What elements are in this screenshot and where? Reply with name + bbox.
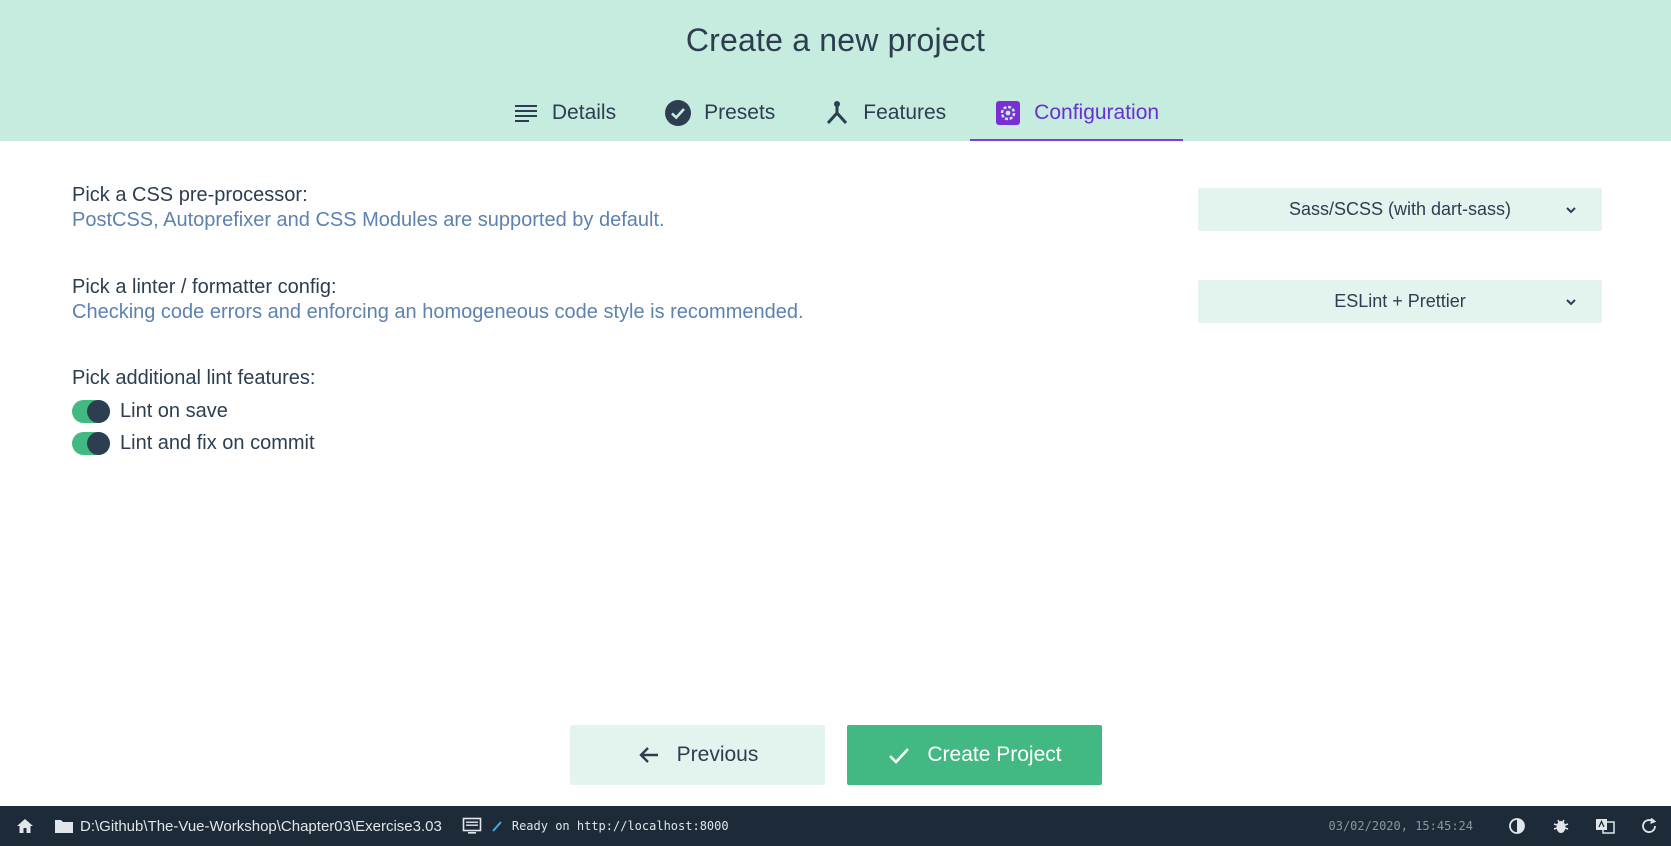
translate-icon [1595, 816, 1615, 836]
linter-row: Pick a linter / formatter config: Checki… [72, 276, 1602, 324]
tab-bar: Details Presets Features Configuration [0, 90, 1671, 141]
tab-label: Details [551, 100, 617, 124]
timestamp: 03/02/2020, 15:45:24 [1328, 819, 1474, 833]
tab-label: Presets [704, 100, 776, 124]
terminal-icon [462, 816, 482, 836]
home-icon [15, 816, 35, 836]
refresh-icon [1639, 816, 1659, 836]
theme-toggle-button[interactable] [1495, 806, 1539, 846]
project-path-text: D:\Github\The-Vue-Workshop\Chapter03\Exe… [80, 817, 442, 835]
select-value: ESLint + Prettier [1334, 291, 1466, 311]
contrast-icon [1507, 816, 1527, 836]
tab-presets[interactable]: Presets [640, 90, 799, 141]
home-button[interactable] [0, 806, 50, 846]
check-circle-icon [664, 99, 692, 127]
status-bar-right: 03/02/2020, 15:45:24 [1329, 806, 1671, 846]
bug-icon [1551, 816, 1571, 836]
page-title: Create a new project [685, 22, 986, 58]
fork-icon [823, 99, 851, 127]
toggle-knob [87, 400, 110, 423]
folder-icon [54, 816, 74, 836]
list-icon [512, 99, 540, 127]
lint-on-commit-toggle[interactable] [72, 432, 110, 455]
tab-label: Features [863, 100, 947, 124]
gear-icon [994, 99, 1022, 127]
tab-label: Configuration [1034, 100, 1160, 124]
tab-features[interactable]: Features [799, 90, 970, 141]
select-value: Sass/SCSS (with dart-sass) [1288, 199, 1512, 219]
toggle-label: Lint on save [120, 400, 228, 422]
project-path[interactable]: D:\Github\The-Vue-Workshop\Chapter03\Exe… [54, 806, 442, 846]
toggle-label: Lint and fix on commit [120, 432, 315, 454]
tab-details[interactable]: Details [488, 90, 640, 141]
translate-button[interactable] [1583, 806, 1627, 846]
pencil-icon [490, 816, 504, 836]
log-message: Ready on http://localhost:8000 [511, 819, 729, 833]
refresh-button[interactable] [1627, 806, 1671, 846]
lint-on-save-toggle[interactable] [72, 400, 110, 423]
toggle-knob [87, 432, 110, 455]
lint-features-label: Pick additional lint features: [72, 367, 316, 389]
chevron-down-icon [1564, 201, 1578, 215]
lint-on-save-option: Lint on save [72, 400, 228, 423]
previous-button[interactable]: Previous [570, 725, 825, 785]
check-icon [887, 743, 911, 767]
previous-button-label: Previous [676, 743, 759, 766]
create-project-button-label: Create Project [927, 743, 1062, 766]
css-preprocessor-row: Pick a CSS pre-processor: PostCSS, Autop… [72, 184, 1602, 232]
chevron-down-icon [1564, 293, 1578, 307]
css-preprocessor-select[interactable]: Sass/SCSS (with dart-sass) [1198, 188, 1602, 231]
header: Create a new project Details Presets Fea… [0, 0, 1671, 141]
lint-on-commit-option: Lint and fix on commit [72, 432, 315, 455]
linter-select[interactable]: ESLint + Prettier [1198, 280, 1602, 323]
create-project-button[interactable]: Create Project [847, 725, 1102, 785]
tab-configuration[interactable]: Configuration [970, 90, 1184, 141]
status-bar: D:\Github\The-Vue-Workshop\Chapter03\Exe… [0, 806, 1671, 846]
bug-report-button[interactable] [1539, 806, 1583, 846]
arrow-left-icon [637, 743, 661, 767]
log-status[interactable]: Ready on http://localhost:8000 [462, 806, 729, 846]
